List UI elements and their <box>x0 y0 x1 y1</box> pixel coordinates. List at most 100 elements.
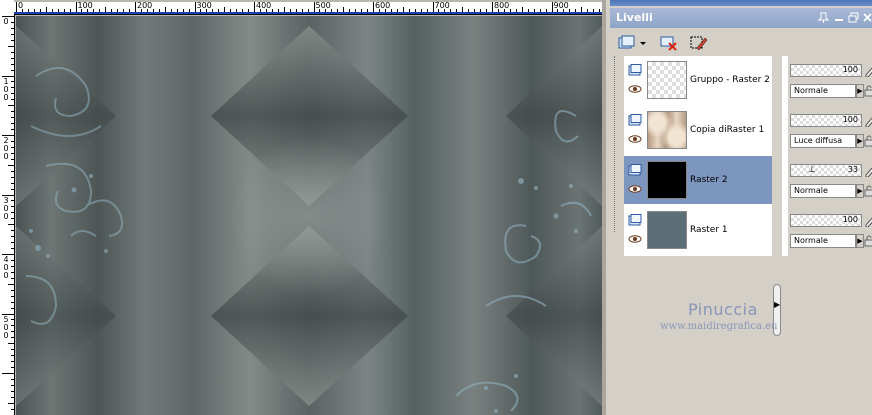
layer-name[interactable]: Raster 1 <box>690 225 728 235</box>
layer-props-row: 100 Normale ▶ <box>786 206 872 254</box>
ruler-left-label: 4 0 0 <box>3 255 9 280</box>
lock-icon[interactable] <box>864 184 872 198</box>
eye-icon[interactable] <box>628 235 642 243</box>
ruler-tick <box>11 99 14 101</box>
ruler-tick <box>11 129 14 131</box>
pencil-icon[interactable] <box>864 214 872 227</box>
ruler-tick <box>432 2 434 12</box>
layer-name[interactable]: Copia diRaster 1 <box>690 125 764 135</box>
layer-visibility-icon[interactable] <box>628 164 642 176</box>
blend-mode-select[interactable]: Luce diffusa <box>790 134 856 148</box>
ruler-tick <box>11 182 14 184</box>
ruler-tick <box>11 33 14 35</box>
ruler-tick <box>11 378 14 380</box>
delete-layer-button[interactable] <box>658 32 680 54</box>
edit-selection-button[interactable] <box>688 32 710 54</box>
lock-icon[interactable] <box>864 134 872 148</box>
ruler-top-label: 300 <box>196 2 212 10</box>
layer-name[interactable]: Gruppo - Raster 2 <box>690 75 770 85</box>
ruler-tick <box>11 349 14 351</box>
ruler-tick <box>117 9 119 12</box>
group-tree-line <box>614 56 616 232</box>
ruler-tick <box>11 396 14 398</box>
ruler-tick <box>135 2 136 12</box>
expand-arrow-icon[interactable]: ▶ <box>774 300 780 309</box>
ruler-tick <box>521 7 523 12</box>
restore-icon[interactable] <box>848 12 859 23</box>
blend-dropdown-arrow[interactable]: ▶ <box>856 134 864 148</box>
pencil-icon[interactable] <box>864 114 872 127</box>
ruler-tick <box>11 39 14 41</box>
opacity-slider-marker[interactable]: ⊥ <box>808 165 816 175</box>
layer-properties: 100 Normale ▶ 100 Luce diffusa ▶ 33 ⊥ Normale ▶ 10… <box>786 56 872 256</box>
eye-icon[interactable] <box>628 135 642 143</box>
ruler-tick <box>236 9 238 12</box>
layer-visibility-icon[interactable] <box>628 64 642 76</box>
ruler-tick <box>271 9 273 12</box>
ruler-tick <box>337 9 339 12</box>
layer-name[interactable]: Raster 2 <box>690 175 728 185</box>
ruler-tick <box>11 111 14 113</box>
image-canvas[interactable] <box>16 16 602 415</box>
layer-row[interactable]: Raster 1 <box>624 206 774 254</box>
eye-icon[interactable] <box>628 85 642 93</box>
ruler-top-label: 500 <box>315 2 331 10</box>
opacity-slider[interactable]: 100 <box>790 64 862 77</box>
ruler-tick <box>8 164 14 166</box>
ruler-tick <box>11 408 14 410</box>
ruler-tick <box>140 9 142 12</box>
ruler-tick <box>11 361 14 363</box>
layer-thumbnail[interactable] <box>647 61 687 99</box>
ruler-tick <box>426 9 428 12</box>
close-icon[interactable] <box>862 12 872 23</box>
panel-header[interactable]: Livelli <box>610 8 872 28</box>
eye-icon[interactable] <box>628 185 642 193</box>
layer-row[interactable]: Raster 2 <box>624 156 774 204</box>
opacity-slider[interactable]: 100 <box>790 214 862 227</box>
ruler-tick <box>402 7 404 12</box>
blend-mode-select[interactable]: Normale <box>790 84 856 98</box>
ruler-tick <box>111 9 113 12</box>
blend-dropdown-arrow[interactable]: ▶ <box>856 234 864 248</box>
lock-icon[interactable] <box>864 234 872 248</box>
blend-mode-value: Normale <box>794 186 828 195</box>
ruler-tick <box>367 9 369 12</box>
blend-mode-select[interactable]: Normale <box>790 184 856 198</box>
pencil-icon[interactable] <box>864 64 872 77</box>
ruler-tick <box>57 9 59 12</box>
blend-dropdown-arrow[interactable]: ▶ <box>856 184 864 198</box>
ruler-tick <box>313 2 315 12</box>
panel-title: Livelli <box>616 11 653 24</box>
history-panel-strip[interactable] <box>610 0 872 6</box>
ruler-tick <box>11 170 14 172</box>
blend-mode-select[interactable]: Normale <box>790 234 856 248</box>
ruler-top-label: 400 <box>256 2 272 10</box>
blend-dropdown-arrow[interactable]: ▶ <box>856 84 864 98</box>
ruler-tick <box>200 9 202 12</box>
ruler-tick <box>176 9 178 12</box>
ruler-tick <box>11 218 14 220</box>
new-layer-button[interactable] <box>616 32 648 54</box>
layer-thumbnail[interactable] <box>647 161 687 199</box>
ruler-tick <box>8 343 14 345</box>
layer-row[interactable]: Copia diRaster 1 <box>624 106 774 154</box>
layer-visibility-icon[interactable] <box>628 214 642 226</box>
layer-visibility-icon[interactable] <box>628 114 642 126</box>
ruler-tick <box>551 2 553 12</box>
pencil-icon[interactable] <box>864 164 872 177</box>
ruler-tick <box>11 337 14 339</box>
layer-thumbnail[interactable] <box>647 111 687 149</box>
delete-layer-icon <box>660 36 677 51</box>
opacity-slider[interactable]: 100 <box>790 114 862 127</box>
ruler-tick <box>158 9 160 12</box>
ruler-tick <box>194 2 196 12</box>
ruler-tick <box>11 301 14 303</box>
opacity-slider[interactable]: 33 <box>790 164 862 177</box>
lock-icon[interactable] <box>864 84 872 98</box>
ruler-tick <box>11 146 14 148</box>
pin-icon[interactable] <box>817 12 830 23</box>
ruler-tick <box>11 259 14 261</box>
minimize-icon[interactable] <box>834 12 845 23</box>
layer-row[interactable]: Gruppo - Raster 2 <box>624 56 774 104</box>
layer-thumbnail[interactable] <box>647 211 687 249</box>
